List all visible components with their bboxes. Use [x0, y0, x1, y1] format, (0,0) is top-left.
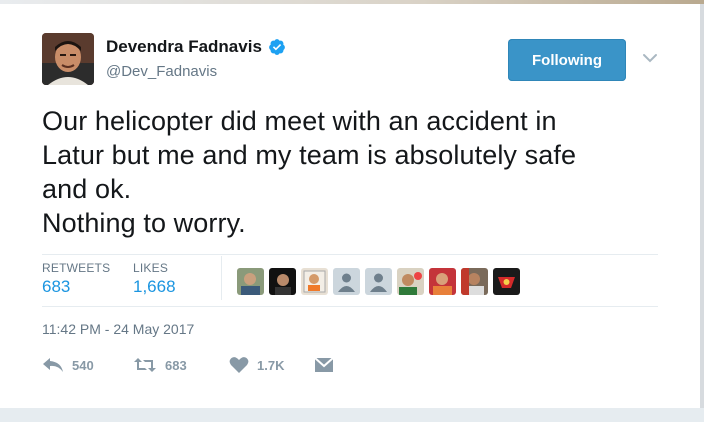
- retweets-stat[interactable]: RETWEETS 683: [42, 261, 110, 297]
- default-egg-avatar[interactable]: [365, 268, 392, 295]
- retweets-label: RETWEETS: [42, 261, 111, 275]
- stats-separator: [221, 256, 222, 300]
- likers-avatar-list: [237, 268, 520, 295]
- likes-value[interactable]: 1,668: [133, 277, 176, 297]
- like-count: 1.7K: [257, 357, 285, 373]
- reply-icon: [43, 358, 63, 372]
- reply-count: 540: [72, 357, 94, 373]
- author-name[interactable]: Devendra Fadnavis: [106, 37, 262, 57]
- tweet-text: Our helicopter did meet with an accident…: [42, 106, 577, 238]
- default-egg-avatar[interactable]: [333, 268, 360, 295]
- stats-bottom-divider: [42, 306, 658, 307]
- tweet-actions: 540 683 1.7K: [42, 356, 334, 374]
- chevron-down-icon[interactable]: [642, 52, 658, 64]
- retweet-button[interactable]: 683: [133, 357, 229, 373]
- liker-avatar[interactable]: [429, 268, 456, 295]
- card-bottom-strip: [0, 408, 704, 422]
- likes-label: LIKES: [133, 261, 169, 275]
- liker-avatar[interactable]: [461, 268, 488, 295]
- envelope-icon: [314, 357, 334, 372]
- author-avatar[interactable]: [42, 33, 94, 85]
- heart-icon: [229, 357, 249, 373]
- liker-avatar[interactable]: [237, 268, 264, 295]
- direct-message-button[interactable]: [314, 357, 334, 373]
- verified-badge-icon: [269, 39, 285, 55]
- liker-avatar[interactable]: [269, 268, 296, 295]
- like-button[interactable]: 1.7K: [229, 356, 314, 374]
- liker-avatar[interactable]: [397, 268, 424, 295]
- liker-avatar[interactable]: [493, 268, 520, 295]
- tweet-timestamp[interactable]: 11:42 PM - 24 May 2017: [42, 321, 194, 337]
- retweets-value[interactable]: 683: [42, 277, 110, 297]
- likes-stat[interactable]: LIKES 1,668: [133, 261, 176, 297]
- following-button[interactable]: Following: [508, 39, 626, 81]
- retweet-count: 683: [165, 357, 187, 373]
- retweet-icon: [134, 358, 156, 372]
- author-handle[interactable]: @Dev_Fadnavis: [106, 63, 217, 80]
- reply-button[interactable]: 540: [42, 357, 133, 373]
- liker-avatar[interactable]: [301, 268, 328, 295]
- stats-top-divider: [42, 254, 658, 255]
- author-name-row[interactable]: Devendra Fadnavis: [106, 37, 286, 57]
